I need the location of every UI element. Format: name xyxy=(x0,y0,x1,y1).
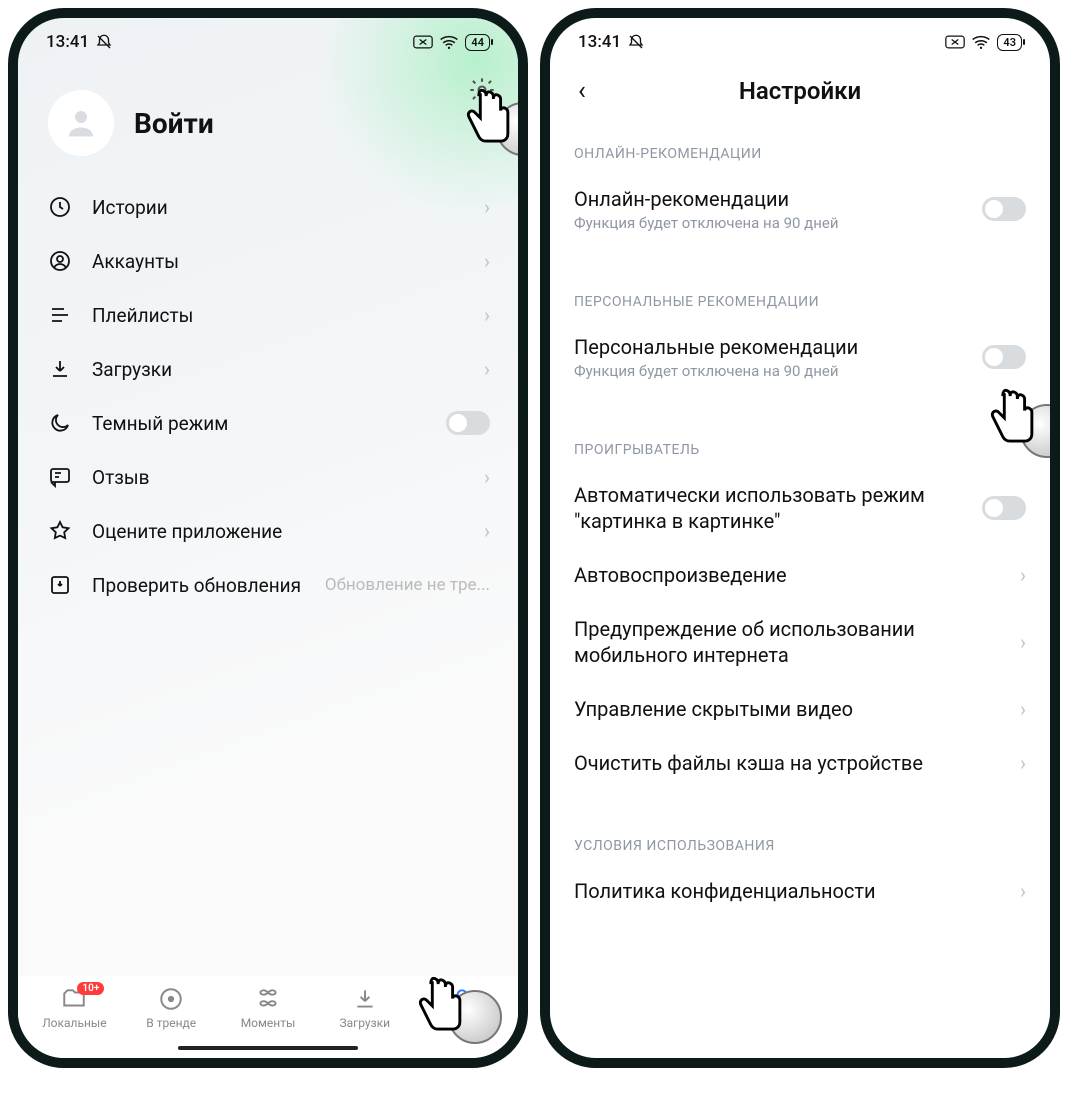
menu-downloads-label: Загрузки xyxy=(92,358,466,381)
chevron-right-icon: › xyxy=(484,249,490,273)
personal-rec-sub: Функция будет отключена на 90 дней xyxy=(574,362,970,380)
menu-feedback[interactable]: Отзыв › xyxy=(32,450,504,504)
row-mobile-warn[interactable]: Предупреждение об использовании мобильно… xyxy=(550,602,1050,682)
menu-downloads[interactable]: Загрузки › xyxy=(32,342,504,396)
hidden-title: Управление скрытыми видео xyxy=(574,696,1008,722)
personal-rec-toggle[interactable] xyxy=(982,345,1026,369)
status-time: 13:41 xyxy=(578,32,621,52)
nav-moments[interactable]: Моменты xyxy=(223,986,313,1030)
sim-off-icon xyxy=(413,34,433,50)
menu-history[interactable]: Истории › xyxy=(32,180,504,234)
user-icon xyxy=(46,249,74,273)
online-rec-sub: Функция будет отключена на 90 дней xyxy=(574,214,970,232)
page-title: Настройки xyxy=(550,77,1050,105)
nav-trending[interactable]: В тренде xyxy=(126,986,216,1030)
wifi-icon xyxy=(971,34,991,50)
moon-icon xyxy=(46,411,74,435)
menu-accounts[interactable]: Аккаунты › xyxy=(32,234,504,288)
chevron-right-icon: › xyxy=(1020,630,1026,654)
row-hidden-videos[interactable]: Управление скрытыми видео › xyxy=(550,682,1050,736)
row-personal-rec[interactable]: Персональные рекомендации Функция будет … xyxy=(550,320,1050,394)
chevron-right-icon: › xyxy=(484,465,490,489)
personal-rec-title: Персональные рекомендации xyxy=(574,334,970,360)
phone-settings: 13:41 43 ‹ Настройки ОНЛАЙН-РЕКОМЕНДАЦИИ… xyxy=(540,8,1060,1068)
chevron-right-icon: › xyxy=(484,357,490,381)
online-rec-toggle[interactable] xyxy=(982,197,1026,221)
nav-moments-label: Моменты xyxy=(241,1016,296,1030)
chat-icon xyxy=(46,465,74,489)
pip-title: Автоматически использовать режим "картин… xyxy=(574,482,970,534)
menu-update[interactable]: Проверить обновления Обновление не тре..… xyxy=(32,558,504,612)
home-indicator xyxy=(178,1046,358,1050)
download-icon xyxy=(46,357,74,381)
battery-indicator: 44 xyxy=(465,34,490,51)
online-rec-title: Онлайн-рекомендации xyxy=(574,186,970,212)
settings-header: ‹ Настройки xyxy=(550,56,1050,122)
update-icon xyxy=(46,573,74,597)
chevron-right-icon: › xyxy=(1020,563,1026,587)
chevron-right-icon: › xyxy=(484,303,490,327)
battery-indicator: 43 xyxy=(997,34,1022,51)
row-autoplay[interactable]: Автовоспроизведение › xyxy=(550,548,1050,602)
menu-history-label: Истории xyxy=(92,196,466,219)
sim-off-icon xyxy=(945,34,965,50)
dnd-icon xyxy=(95,33,113,51)
avatar xyxy=(48,90,114,156)
row-clear-cache[interactable]: Очистить файлы кэша на устройстве › xyxy=(550,736,1050,790)
nav-local-label: Локальные xyxy=(42,1016,106,1030)
menu-feedback-label: Отзыв xyxy=(92,466,466,489)
clock-icon xyxy=(46,195,74,219)
chevron-right-icon: › xyxy=(1020,879,1026,903)
status-time: 13:41 xyxy=(46,32,89,52)
row-privacy[interactable]: Политика конфиденциальности › xyxy=(550,864,1050,918)
nav-downloads[interactable]: Загрузки xyxy=(320,986,410,1030)
menu-update-label: Проверить обновления xyxy=(92,574,307,597)
section-personal-rec: ПЕРСОНАЛЬНЫЕ РЕКОМЕНДАЦИИ xyxy=(550,270,1050,320)
wifi-icon xyxy=(439,34,459,50)
login-label: Войти xyxy=(134,107,214,140)
menu-playlists-label: Плейлисты xyxy=(92,304,466,327)
chevron-right-icon: › xyxy=(484,519,490,543)
nav-profile-label: Пр xyxy=(454,1016,469,1030)
row-pip[interactable]: Автоматически использовать режим "картин… xyxy=(550,468,1050,548)
nav-profile[interactable]: Пр xyxy=(417,986,507,1030)
section-terms: УСЛОВИЯ ИСПОЛЬЗОВАНИЯ xyxy=(550,814,1050,864)
dark-mode-toggle[interactable] xyxy=(446,411,490,435)
phone-profile: 13:41 44 Войти Истории › xyxy=(8,8,528,1068)
chevron-right-icon: › xyxy=(1020,751,1026,775)
menu-dark-mode[interactable]: Темный режим xyxy=(32,396,504,450)
menu-update-sub: Обновление не тре... xyxy=(325,575,490,595)
chevron-right-icon: › xyxy=(1020,697,1026,721)
cache-title: Очистить файлы кэша на устройстве xyxy=(574,750,1008,776)
settings-icon[interactable] xyxy=(468,76,496,108)
nav-downloads-label: Загрузки xyxy=(340,1016,391,1030)
status-bar: 13:41 43 xyxy=(550,18,1050,56)
star-icon xyxy=(46,519,74,543)
status-bar: 13:41 44 xyxy=(18,18,518,56)
pip-toggle[interactable] xyxy=(982,496,1026,520)
login-row[interactable]: Войти xyxy=(18,56,518,180)
nav-local[interactable]: 10+ Локальные xyxy=(29,986,119,1030)
nav-badge: 10+ xyxy=(77,982,104,995)
section-player: ПРОИГРЫВАТЕЛЬ xyxy=(550,418,1050,468)
chevron-right-icon: › xyxy=(484,195,490,219)
autoplay-title: Автовоспроизведение xyxy=(574,562,1008,588)
playlist-icon xyxy=(46,303,74,327)
section-online-rec: ОНЛАЙН-РЕКОМЕНДАЦИИ xyxy=(550,122,1050,172)
row-online-rec[interactable]: Онлайн-рекомендации Функция будет отключ… xyxy=(550,172,1050,246)
menu-dark-label: Темный режим xyxy=(92,412,428,435)
menu-accounts-label: Аккаунты xyxy=(92,250,466,273)
dnd-icon xyxy=(627,33,645,51)
privacy-title: Политика конфиденциальности xyxy=(574,878,1008,904)
menu-playlists[interactable]: Плейлисты › xyxy=(32,288,504,342)
nav-trending-label: В тренде xyxy=(146,1016,196,1030)
mobile-warn-title: Предупреждение об использовании мобильно… xyxy=(574,616,1008,668)
menu-rate[interactable]: Оцените приложение › xyxy=(32,504,504,558)
menu-rate-label: Оцените приложение xyxy=(92,520,466,543)
